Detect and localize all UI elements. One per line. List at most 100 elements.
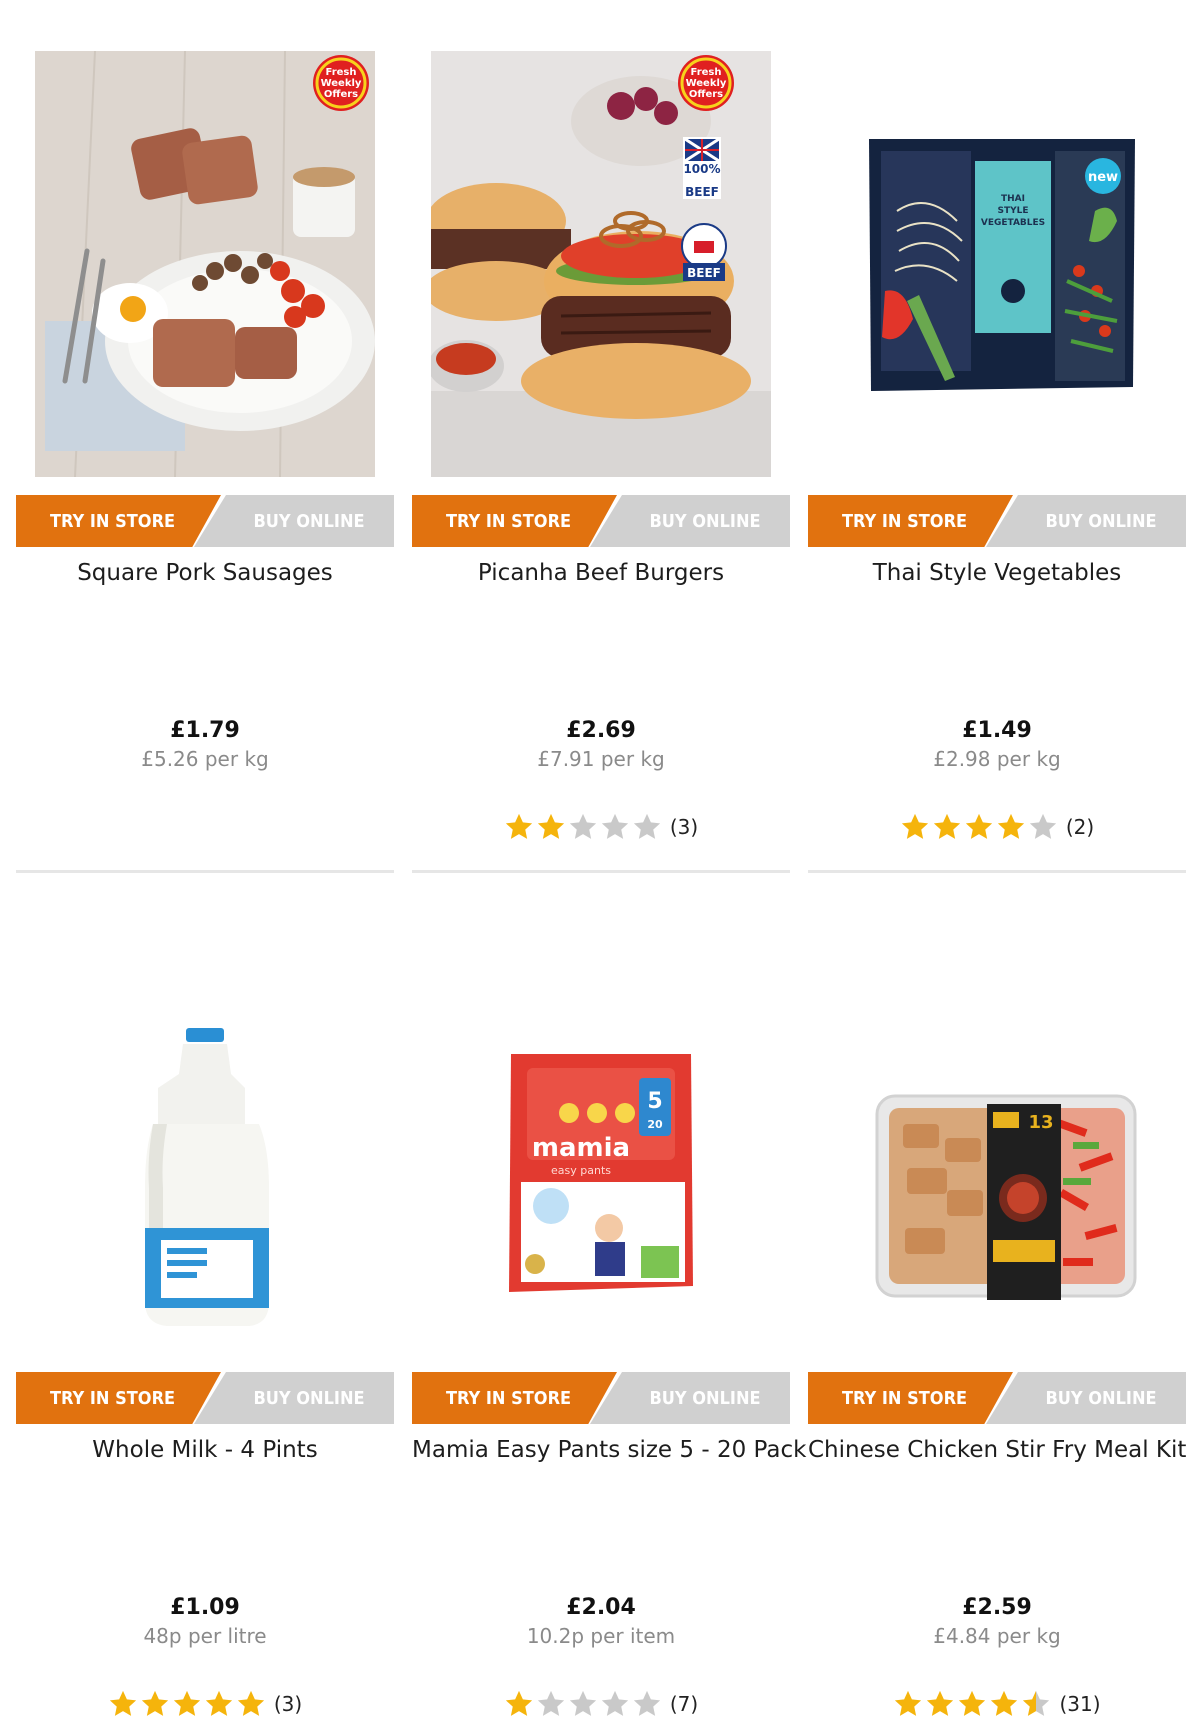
try-in-store-button[interactable]: TRY IN STORE (16, 1372, 221, 1424)
product-title[interactable]: Whole Milk - 4 Pints (16, 1437, 394, 1463)
product-image[interactable]: 100% BEEF BEEF Fresh Weekly Offers (431, 51, 771, 477)
svg-text:20: 20 (647, 1118, 663, 1131)
new-badge: new (1088, 170, 1118, 185)
product-rating[interactable]: (3) (16, 1689, 394, 1719)
star-icon (901, 813, 928, 839)
svg-text:Offers: Offers (689, 89, 723, 100)
star-icon (537, 813, 564, 839)
svg-text:13: 13 (1028, 1112, 1053, 1133)
star-icon (601, 1690, 628, 1716)
product-actions: TRY IN STORE BUY ONLINE (16, 1372, 394, 1424)
buy-online-button[interactable]: BUY ONLINE (194, 495, 394, 547)
product-title[interactable]: Square Pork Sausages (16, 560, 394, 586)
star-icon (959, 1690, 986, 1716)
product-price: £1.09 (170, 1595, 240, 1620)
buy-online-button[interactable]: BUY ONLINE (590, 495, 790, 547)
svg-text:easy pants: easy pants (551, 1164, 611, 1177)
review-count[interactable]: (3) (670, 815, 698, 839)
product-actions: TRY IN STORE BUY ONLINE (412, 495, 790, 547)
buy-online-button[interactable]: BUY ONLINE (986, 1372, 1186, 1424)
stars (504, 812, 664, 842)
product-title[interactable]: Thai Style Vegetables (808, 560, 1186, 586)
stars (900, 812, 1060, 842)
review-count[interactable]: (2) (1066, 815, 1094, 839)
svg-text:BEEF: BEEF (687, 266, 721, 280)
svg-text:BEEF: BEEF (685, 185, 719, 199)
star-icon (569, 813, 596, 839)
stars (108, 1689, 268, 1719)
product-rating[interactable]: (7) (412, 1689, 790, 1719)
divider (412, 870, 790, 873)
product-rating[interactable]: (3) (412, 812, 790, 842)
star-icon (601, 813, 628, 839)
star-icon (569, 1690, 596, 1716)
unit-price: £4.84 per kg (933, 1624, 1061, 1648)
star-icon (1029, 813, 1056, 839)
star-icon (633, 1690, 660, 1716)
svg-text:Weekly: Weekly (321, 78, 362, 89)
product-price: £2.04 (566, 1595, 636, 1620)
product-title[interactable]: Mamia Easy Pants size 5 - 20 Pack (412, 1437, 806, 1463)
review-count[interactable]: (3) (274, 1692, 302, 1716)
product-actions: TRY IN STORE BUY ONLINE (808, 1372, 1186, 1424)
buy-online-button[interactable]: BUY ONLINE (986, 495, 1186, 547)
product-image[interactable]: new THAI STYLE VEGETABLES (827, 51, 1167, 477)
stir-fry-meal-kit-image: 13 (827, 928, 1167, 1354)
svg-text:Fresh: Fresh (326, 67, 357, 78)
svg-text:THAI: THAI (1001, 194, 1025, 204)
star-icon (633, 813, 660, 839)
product-image[interactable]: 5 20 mamia easy pants (431, 928, 771, 1354)
review-count[interactable]: (31) (1059, 1692, 1100, 1716)
star-icon (927, 1690, 954, 1716)
buy-online-button[interactable]: BUY ONLINE (194, 1372, 394, 1424)
star-icon (537, 1690, 564, 1716)
product-price: £2.59 (962, 1595, 1032, 1620)
try-in-store-button[interactable]: TRY IN STORE (412, 1372, 617, 1424)
svg-text:Fresh: Fresh (691, 67, 722, 78)
milk-bottle-image (35, 928, 375, 1354)
beef-burger-image: 100% BEEF BEEF Fresh Weekly Offers (431, 51, 771, 477)
product-title[interactable]: Picanha Beef Burgers (412, 560, 790, 586)
product-image[interactable]: 13 (827, 928, 1167, 1354)
product-price: £2.69 (566, 718, 636, 743)
unit-price: £7.91 per kg (537, 747, 665, 771)
unit-price: 10.2p per item (526, 1624, 676, 1648)
star-icon (173, 1690, 200, 1716)
star-icon (997, 813, 1024, 839)
product-actions: TRY IN STORE BUY ONLINE (16, 495, 394, 547)
divider (16, 870, 394, 873)
unit-price: £5.26 per kg (141, 747, 269, 771)
product-title[interactable]: Chinese Chicken Stir Fry Meal Kit (808, 1437, 1186, 1463)
star-icon (933, 813, 960, 839)
star-icon (237, 1690, 264, 1716)
star-icon (141, 1690, 168, 1716)
star-icon (205, 1690, 232, 1716)
product-image[interactable]: Fresh Weekly Offers (35, 51, 375, 477)
product-price: £1.49 (962, 718, 1032, 743)
unit-price: £2.98 per kg (933, 747, 1061, 771)
svg-text:5: 5 (647, 1089, 662, 1114)
try-in-store-button[interactable]: TRY IN STORE (808, 495, 1013, 547)
star-icon (109, 1690, 136, 1716)
svg-text:mamia: mamia (532, 1133, 630, 1163)
product-rating[interactable]: (31) (808, 1689, 1186, 1719)
square-sausage-breakfast-image: Fresh Weekly Offers (35, 51, 375, 477)
svg-text:Offers: Offers (324, 89, 358, 100)
try-in-store-button[interactable]: TRY IN STORE (16, 495, 221, 547)
product-rating[interactable]: (2) (808, 812, 1186, 842)
svg-text:Weekly: Weekly (686, 78, 727, 89)
product-actions: TRY IN STORE BUY ONLINE (808, 495, 1186, 547)
star-icon (505, 813, 532, 839)
svg-text:VEGETABLES: VEGETABLES (981, 218, 1045, 228)
thai-vegetables-pack-image: new THAI STYLE VEGETABLES (827, 51, 1167, 477)
product-image[interactable] (35, 928, 375, 1354)
star-icon (505, 1690, 532, 1716)
stars (504, 1689, 664, 1719)
product-actions: TRY IN STORE BUY ONLINE (412, 1372, 790, 1424)
review-count[interactable]: (7) (670, 1692, 698, 1716)
star-icon (991, 1690, 1018, 1716)
buy-online-button[interactable]: BUY ONLINE (590, 1372, 790, 1424)
try-in-store-button[interactable]: TRY IN STORE (808, 1372, 1013, 1424)
try-in-store-button[interactable]: TRY IN STORE (412, 495, 617, 547)
star-icon (895, 1690, 922, 1716)
